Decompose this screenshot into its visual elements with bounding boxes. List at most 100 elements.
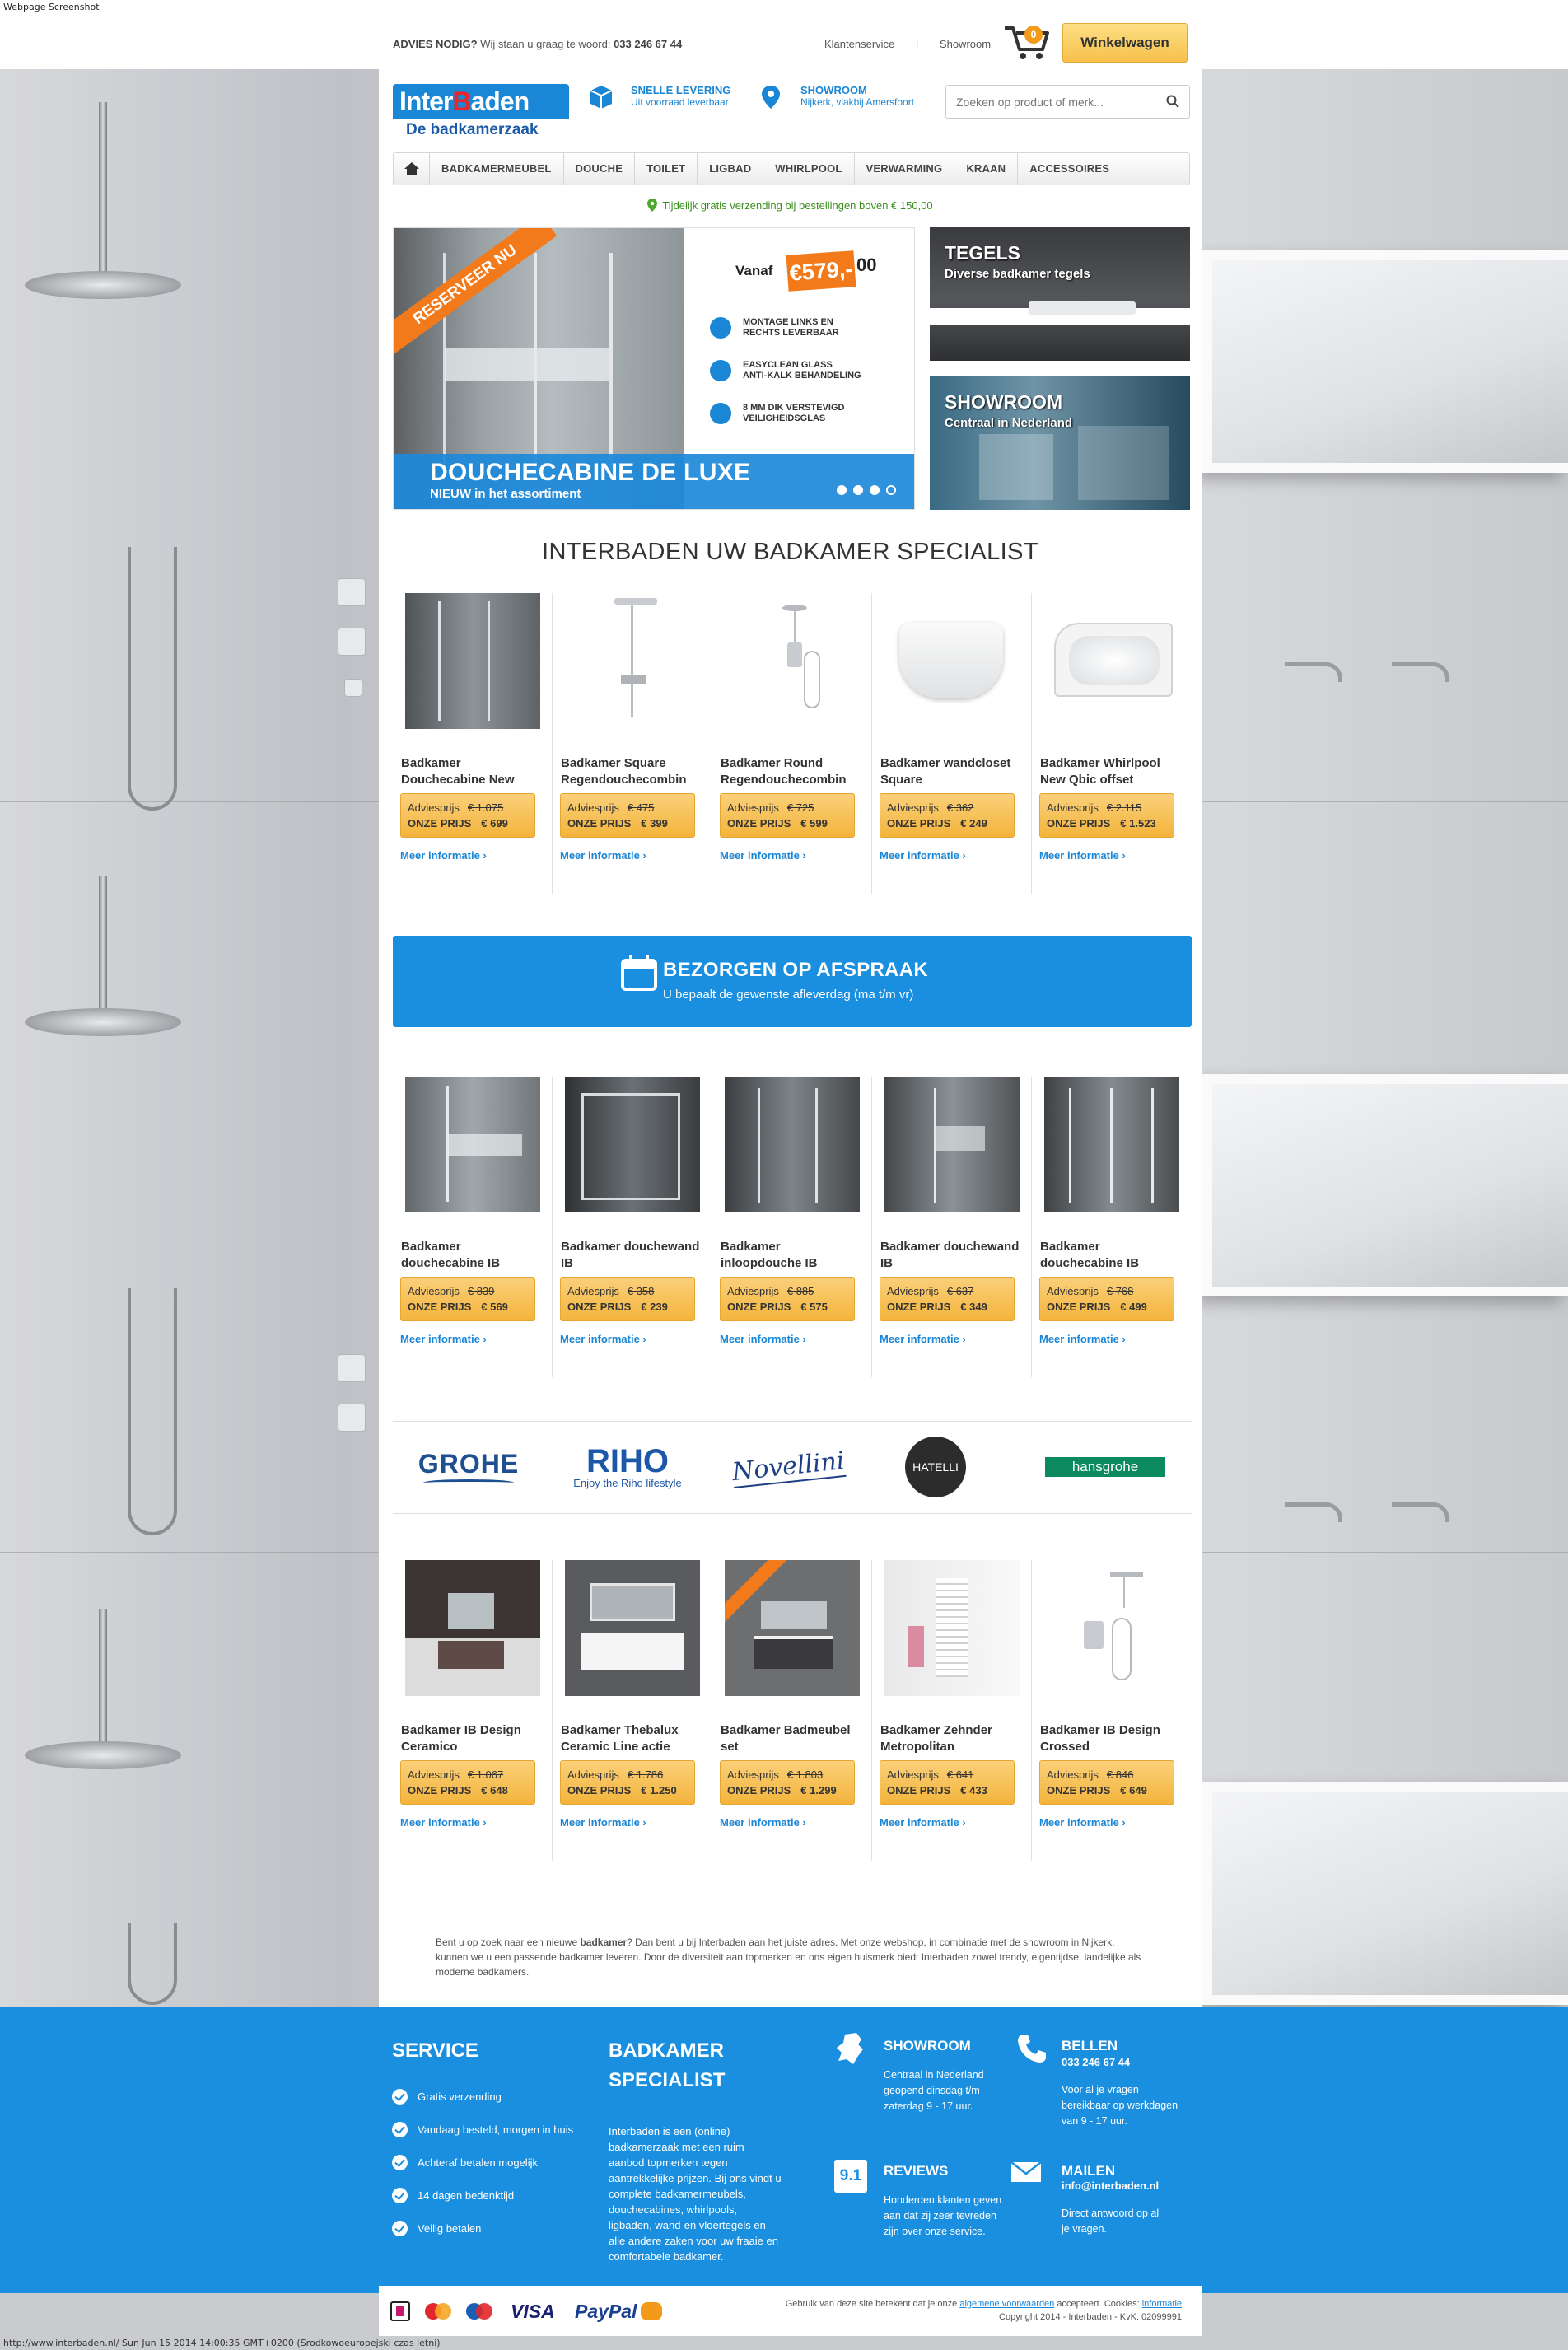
more-info-link[interactable]: Meer informatie › — [880, 1816, 1024, 1829]
price-box: Adviesprijs € 725 ONZE PRIJS € 599 — [720, 793, 855, 838]
product-card[interactable]: Badkamer douchewand IB Adviesprijs € 358 … — [553, 1077, 712, 1377]
more-info-link[interactable]: Meer informatie › — [880, 849, 1024, 862]
footer-bellen-phone[interactable]: 033 246 67 44 — [1062, 2054, 1130, 2070]
brand-grohe-logo[interactable]: GROHE — [411, 1441, 526, 1493]
brand-novellini-logo[interactable]: Novellini — [722, 1441, 854, 1493]
product-card[interactable]: Badkamer Badmeubel set Adviesprijs € 1.80… — [712, 1560, 872, 1861]
more-info-link[interactable]: Meer informatie › — [1039, 1816, 1184, 1829]
our-price-label: ONZE PRIJS — [887, 1301, 951, 1313]
product-card[interactable]: Badkamer IB Design Ceramico Adviesprijs €… — [393, 1560, 553, 1861]
hero-feature-text: 8 MM DIK VERSTEVIGD VEILIGHEIDSGLAS — [743, 403, 845, 423]
rotate-icon — [710, 317, 731, 339]
product-image — [724, 1077, 860, 1212]
usp-showroom-title: SHOWROOM — [800, 84, 867, 96]
more-info-link[interactable]: Meer informatie › — [1039, 849, 1184, 862]
screenshot-status-line: http://www.interbaden.nl/ Sun Jun 15 201… — [3, 2338, 441, 2348]
product-name: Badkamer IB Design Ceramico — [401, 1723, 521, 1754]
nav-item-badkamermeubel[interactable]: BADKAMERMEUBEL — [430, 153, 564, 185]
product-card[interactable]: Badkamer douchewand IB Adviesprijs € 637 … — [872, 1077, 1032, 1377]
seo-text-part: Bent u op zoek naar een nieuwe — [436, 1937, 578, 1948]
our-price-label: ONZE PRIJS — [567, 817, 632, 829]
slider-dot-active[interactable] — [886, 485, 896, 495]
slider-dot[interactable] — [837, 485, 847, 495]
more-info-link[interactable]: Meer informatie › — [720, 849, 864, 862]
search-input[interactable] — [945, 85, 1190, 119]
advice-price: € 1.786 — [627, 1768, 664, 1781]
more-info-link[interactable]: Meer informatie › — [400, 1816, 544, 1829]
product-grid-row-2: Badkamer douchecabine IB Adviesprijs € 83… — [393, 1077, 1192, 1377]
nav-item-kraan[interactable]: KRAAN — [954, 153, 1019, 185]
banner-showroom[interactable]: SHOWROOM Centraal in Nederland — [930, 376, 1190, 510]
product-card[interactable]: Badkamer douchecabine IB Adviesprijs € 83… — [393, 1077, 553, 1377]
nav-item-douche[interactable]: DOUCHE — [564, 153, 636, 185]
site-logo[interactable]: InterBaden De badkamerzaak — [393, 84, 569, 142]
footer-specialist-title-line: BADKAMER — [609, 2039, 724, 2062]
more-info-link[interactable]: Meer informatie › — [400, 849, 544, 862]
check-icon — [392, 2155, 408, 2170]
nav-item-ligbad[interactable]: LIGBAD — [698, 153, 764, 185]
product-card[interactable]: Badkamer Whirlpool New Qbic offset Advie… — [1032, 593, 1192, 894]
brand-hatelli-logo[interactable]: HATELLI — [905, 1437, 966, 1497]
banner-tiles[interactable]: TEGELS Diverse badkamer tegels — [930, 227, 1190, 361]
product-name: Badkamer Round Regendouchecombin — [721, 756, 847, 787]
slider-dot[interactable] — [870, 485, 880, 495]
price-box: Adviesprijs € 846 ONZE PRIJS € 649 — [1039, 1760, 1174, 1805]
nav-item-verwarming[interactable]: VERWARMING — [855, 153, 955, 185]
slider-dot[interactable] — [853, 485, 863, 495]
terms-link[interactable]: algemene voorwaarden — [959, 2299, 1054, 2309]
more-info-link[interactable]: Meer informatie › — [720, 1333, 864, 1345]
product-name: Badkamer Douchecabine New — [401, 756, 515, 787]
section-title: INTERBADEN UW BADKAMER SPECIALIST — [542, 539, 1038, 565]
location-pin-icon — [762, 86, 780, 109]
cookie-info-link[interactable]: informatie — [1142, 2299, 1182, 2309]
nav-item-accessoires[interactable]: ACCESSOIRES — [1018, 153, 1121, 185]
hero-vanaf: Vanaf — [735, 263, 773, 278]
cart-button[interactable]: Winkelwagen — [1062, 23, 1188, 63]
customer-service-link[interactable]: Klantenservice — [824, 38, 894, 50]
delivery-banner[interactable]: BEZORGEN OP AFSPRAAK U bepaalt de gewens… — [393, 936, 1192, 1027]
hero-feature: 8 MM DIK VERSTEVIGD VEILIGHEIDSGLAS — [710, 403, 844, 424]
more-info-link[interactable]: Meer informatie › — [560, 1816, 704, 1829]
product-card[interactable]: Badkamer douchecabine IB Adviesprijs € 76… — [1032, 1077, 1192, 1377]
product-card[interactable]: Badkamer Douchecabine New Adviesprijs € 1… — [393, 593, 553, 894]
nav-item-toilet[interactable]: TOILET — [635, 153, 698, 185]
advice-price-label: Adviesprijs — [887, 801, 939, 814]
more-info-link[interactable]: Meer informatie › — [1039, 1333, 1184, 1345]
more-info-link[interactable]: Meer informatie › — [560, 849, 704, 862]
our-price-label: ONZE PRIJS — [727, 1301, 791, 1313]
more-info-link[interactable]: Meer informatie › — [720, 1816, 864, 1829]
product-card[interactable]: Badkamer inloopdouche IB Adviesprijs € 88… — [712, 1077, 872, 1377]
search-icon[interactable] — [1166, 95, 1179, 108]
brand-hansgrohe-logo[interactable]: hansgrohe — [1043, 1441, 1167, 1493]
our-price-label: ONZE PRIJS — [1047, 1784, 1111, 1796]
product-card[interactable]: Badkamer Round Regendouchecombin Adviesp… — [712, 593, 872, 894]
nav-home[interactable] — [394, 153, 430, 185]
showroom-link[interactable]: Showroom — [940, 38, 991, 50]
our-price-label: ONZE PRIJS — [567, 1784, 632, 1796]
product-card[interactable]: Badkamer Zehnder Metropolitan Adviesprij… — [872, 1560, 1032, 1861]
our-price-label: ONZE PRIJS — [408, 817, 472, 829]
advice-price: € 725 — [786, 801, 814, 814]
nav-item-whirlpool[interactable]: WHIRLPOOL — [763, 153, 855, 185]
more-info-link[interactable]: Meer informatie › — [560, 1333, 704, 1345]
copyright-text: Copyright 2014 - Interbaden - KvK: 02099… — [999, 2312, 1182, 2322]
product-card[interactable]: Badkamer Thebalux Ceramic Line actie Adv… — [553, 1560, 712, 1861]
advice-price-label: Adviesprijs — [1047, 1285, 1099, 1297]
more-info-link[interactable]: Meer informatie › — [400, 1333, 544, 1345]
slider-dots — [837, 485, 896, 495]
footer-reviews-text: Honderden klanten geven aan dat zij zeer… — [884, 2194, 1002, 2237]
our-price-label: ONZE PRIJS — [727, 817, 791, 829]
usp-showroom: SHOWROOM Nijkerk, vlakbij Amersfoort — [800, 84, 914, 108]
brand-riho-logo[interactable]: RIHO Enjoy the Riho lifestyle — [562, 1441, 693, 1493]
advice-price: € 839 — [467, 1285, 495, 1297]
product-name: Badkamer Whirlpool New Qbic offset — [1040, 756, 1160, 787]
footer-mailen-title: MAILEN — [1062, 2163, 1116, 2179]
advice-line: ADVIES NODIG? Wij staan u graag te woord… — [393, 38, 682, 50]
banner-showroom-subtitle: Centraal in Nederland — [945, 416, 1073, 430]
footer-mailen-email[interactable]: info@interbaden.nl — [1062, 2178, 1159, 2193]
more-info-link[interactable]: Meer informatie › — [880, 1333, 1024, 1345]
product-card[interactable]: Badkamer Square Regendouchecombin Advies… — [553, 593, 712, 894]
hero-slider[interactable]: RESERVEER NU Vanaf 00 €579,- MONTAGE LIN… — [393, 227, 915, 510]
product-card[interactable]: Badkamer IB Design Crossed Adviesprijs € … — [1032, 1560, 1192, 1861]
product-card[interactable]: Badkamer wandcloset Square Adviesprijs € … — [872, 593, 1032, 894]
